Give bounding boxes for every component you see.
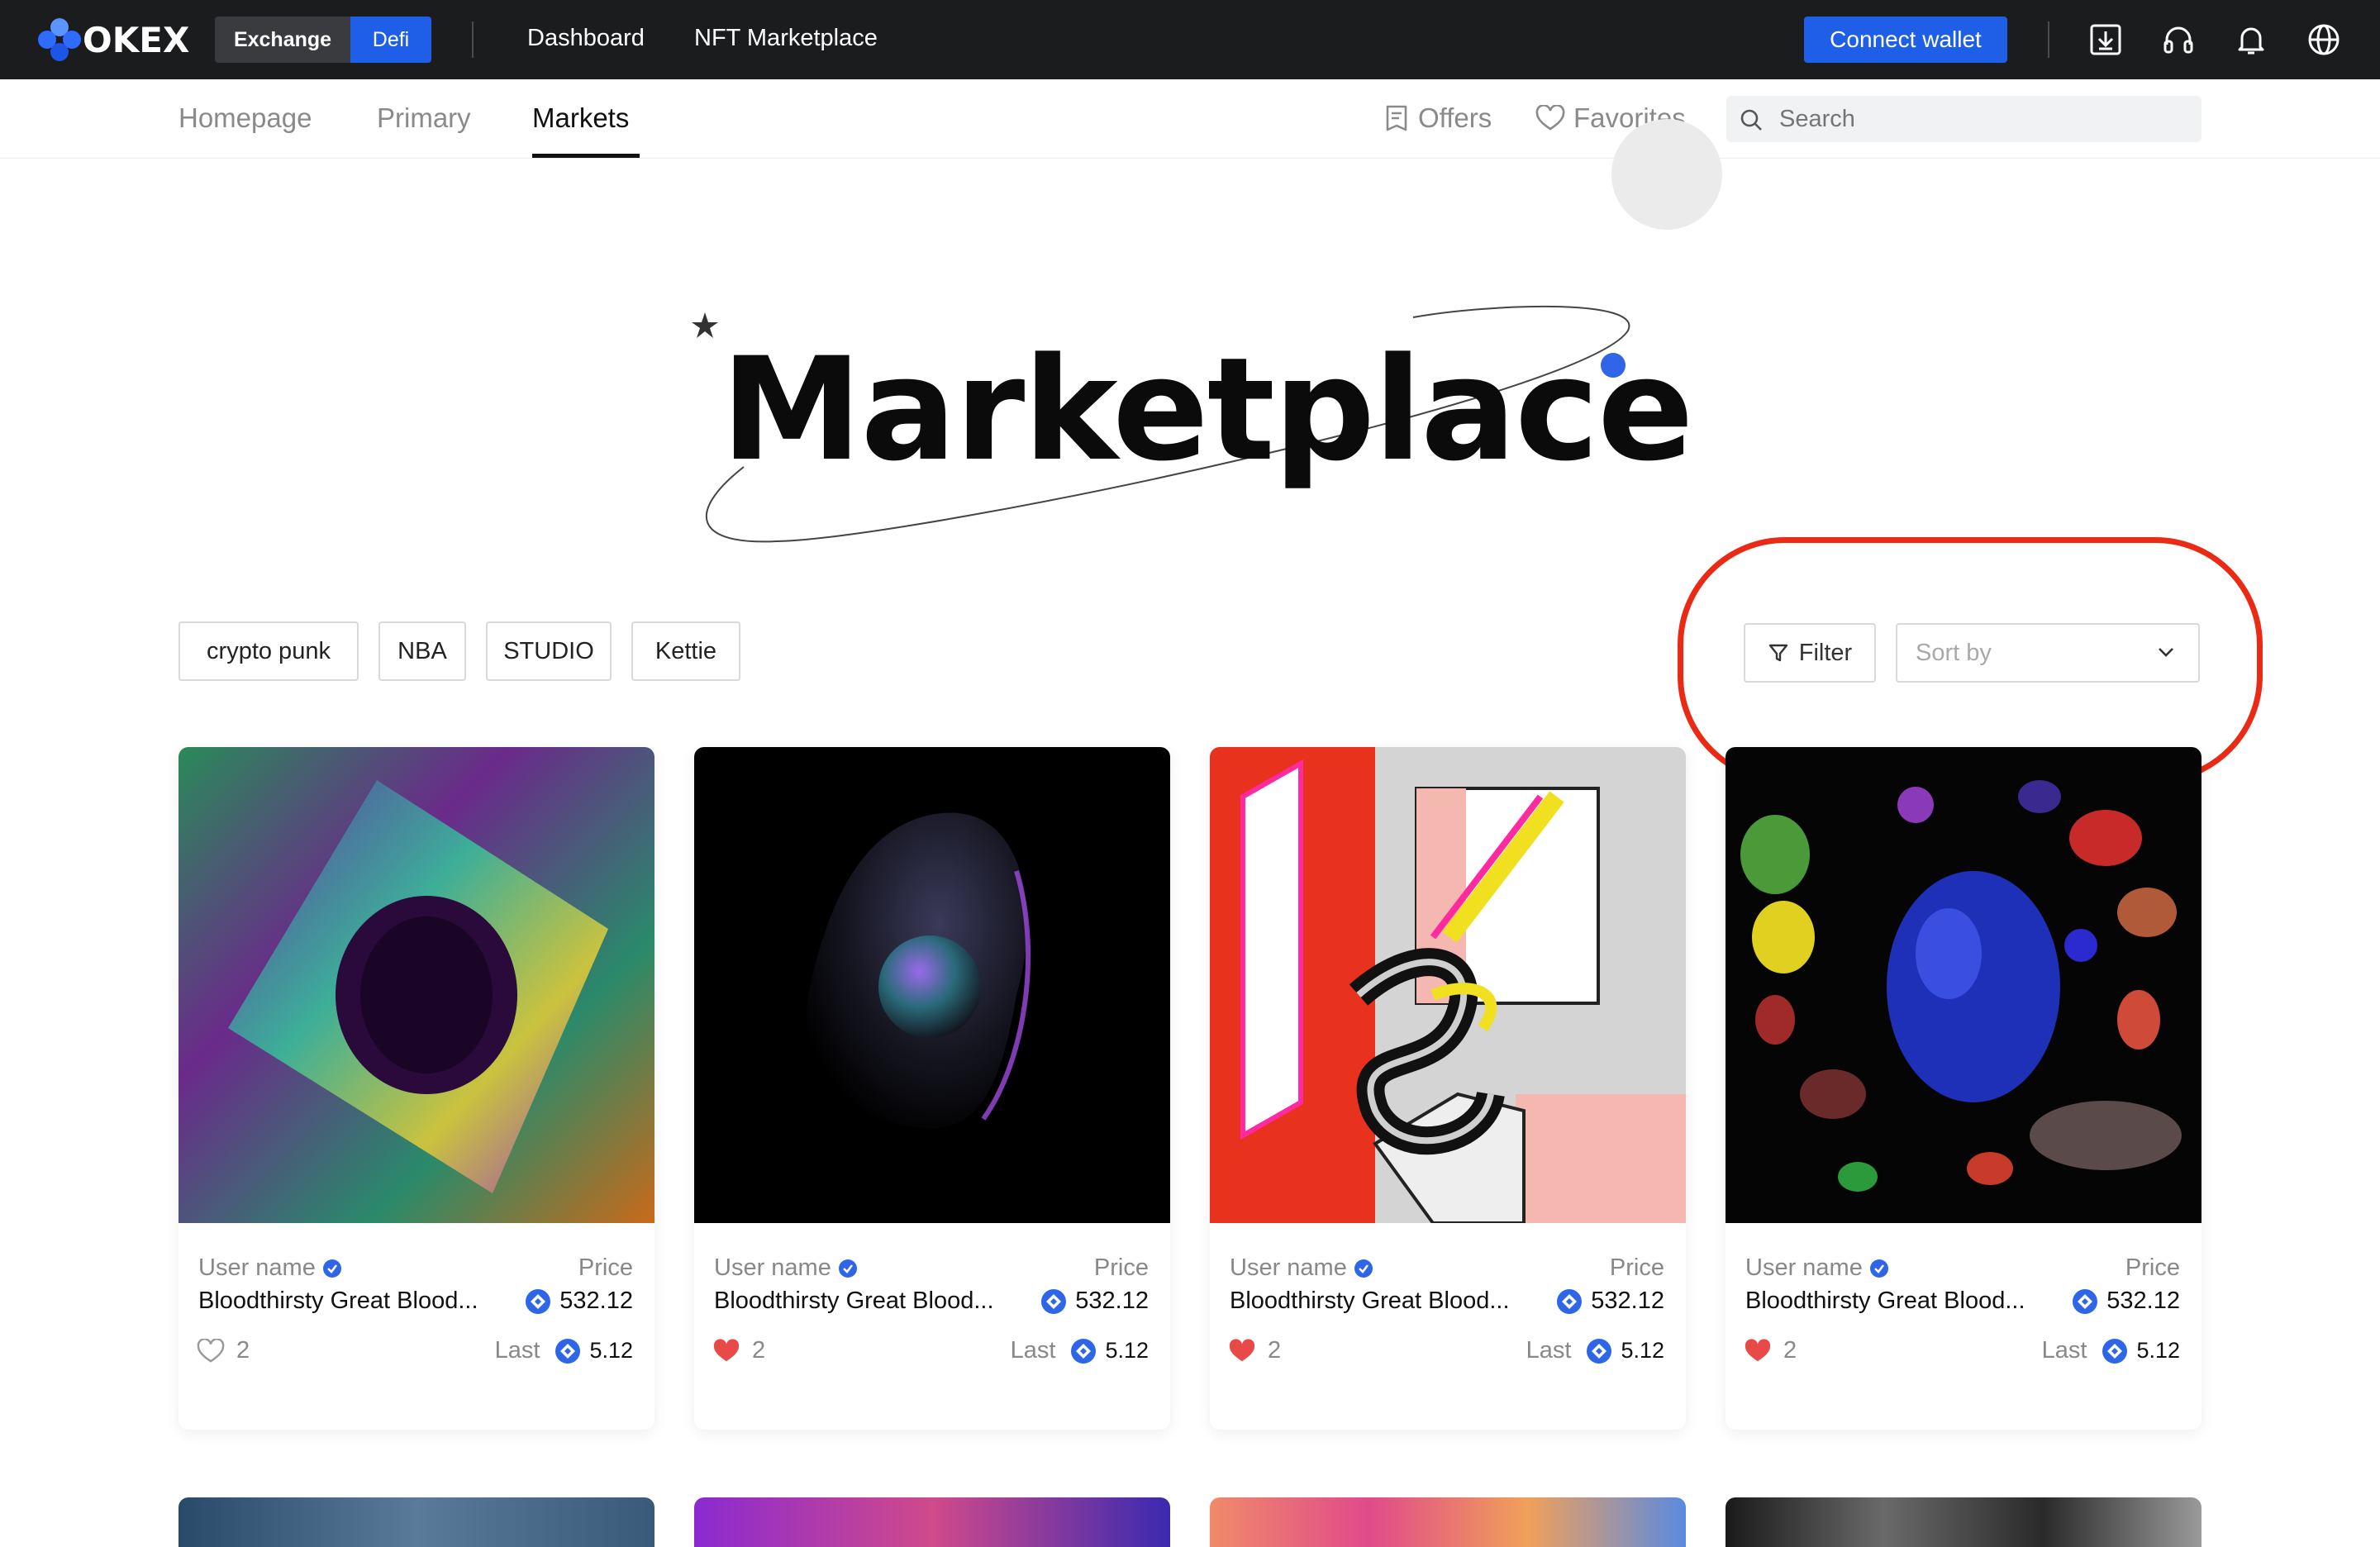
nft-price: 532.12 bbox=[1026, 1288, 1149, 1315]
nft-price: 532.12 bbox=[510, 1288, 633, 1315]
nft-name: Bloodthirsty Great Blood... bbox=[1230, 1288, 1510, 1314]
sub-navbar: Homepage Primary Markets Offers Favorite… bbox=[0, 79, 2380, 159]
creator-username[interactable]: User name bbox=[1230, 1254, 1373, 1282]
heart-outline-icon bbox=[1535, 105, 1565, 131]
nft-card-partial[interactable] bbox=[1210, 1497, 1686, 1547]
tab-homepage[interactable]: Homepage bbox=[178, 102, 312, 134]
category-chip-nba[interactable]: NBA bbox=[378, 621, 466, 681]
top-navbar: OKEX Exchange Defi Dashboard NFT Marketp… bbox=[0, 0, 2380, 79]
last-sale-price: Last 5.12 bbox=[1010, 1337, 1149, 1364]
price-label: Price bbox=[1093, 1254, 1149, 1281]
verified-badge-icon bbox=[838, 1259, 857, 1278]
like-count[interactable]: 2 bbox=[712, 1337, 765, 1364]
nft-name: Bloodthirsty Great Blood... bbox=[198, 1288, 478, 1314]
exchange-toggle[interactable]: Exchange bbox=[215, 17, 350, 63]
like-count[interactable]: 2 bbox=[1744, 1337, 1797, 1364]
nft-card-partial[interactable] bbox=[178, 1497, 654, 1547]
heart-outline-icon bbox=[197, 1338, 225, 1363]
headset-icon[interactable] bbox=[2160, 21, 2197, 58]
nft-card[interactable]: User name Price Bloodthirsty Great Blood… bbox=[694, 747, 1170, 1430]
globe-icon[interactable] bbox=[2306, 21, 2342, 58]
bell-icon[interactable] bbox=[2233, 21, 2269, 58]
nft-artwork bbox=[178, 747, 654, 1223]
price-label: Price bbox=[1609, 1254, 1664, 1281]
creator-username[interactable]: User name bbox=[714, 1254, 858, 1282]
verified-badge-icon bbox=[1869, 1259, 1888, 1278]
price-label: Price bbox=[2125, 1254, 2180, 1281]
creator-username[interactable]: User name bbox=[198, 1254, 342, 1282]
nav-nft-marketplace-link[interactable]: NFT Marketplace bbox=[694, 25, 878, 52]
category-chip-studio[interactable]: STUDIO bbox=[486, 621, 612, 681]
nav-dashboard-link[interactable]: Dashboard bbox=[527, 25, 645, 52]
offers-icon bbox=[1386, 105, 1407, 131]
category-chip-kettie[interactable]: Kettie bbox=[631, 621, 740, 681]
okex-logo[interactable]: OKEX bbox=[38, 18, 189, 61]
divider bbox=[2048, 21, 2049, 58]
tab-primary[interactable]: Primary bbox=[377, 102, 471, 134]
page-title: Marketplace bbox=[721, 326, 1693, 493]
nft-name: Bloodthirsty Great Blood... bbox=[714, 1288, 994, 1314]
nft-artwork bbox=[1210, 747, 1686, 1223]
connect-wallet-button[interactable]: Connect wallet bbox=[1804, 17, 2007, 63]
active-tab-indicator bbox=[532, 154, 640, 158]
nft-artwork bbox=[1726, 747, 2202, 1223]
like-count[interactable]: 2 bbox=[197, 1337, 250, 1364]
nft-card[interactable]: User name Price Bloodthirsty Great Blood… bbox=[1726, 747, 2202, 1430]
tab-markets[interactable]: Markets bbox=[532, 102, 629, 134]
token-coin-icon bbox=[1071, 1338, 1097, 1364]
token-coin-icon bbox=[2102, 1338, 2128, 1364]
last-sale-price: Last 5.12 bbox=[494, 1337, 633, 1364]
download-icon[interactable] bbox=[2087, 21, 2124, 58]
offers-label: Offers bbox=[1418, 102, 1492, 133]
creator-username[interactable]: User name bbox=[1745, 1254, 1889, 1282]
nft-card-partial[interactable] bbox=[1726, 1497, 2202, 1547]
heart-filled-icon bbox=[713, 1338, 740, 1361]
nft-card[interactable]: User name Price Bloodthirsty Great Blood… bbox=[178, 747, 654, 1430]
token-coin-icon bbox=[555, 1338, 581, 1364]
token-coin-icon bbox=[1557, 1288, 1583, 1314]
defi-toggle[interactable]: Defi bbox=[350, 17, 431, 63]
logo-text: OKEX bbox=[83, 19, 190, 60]
nft-name: Bloodthirsty Great Blood... bbox=[1745, 1288, 2025, 1314]
price-label: Price bbox=[578, 1254, 633, 1281]
token-coin-icon bbox=[526, 1288, 551, 1314]
offers-link[interactable]: Offers bbox=[1383, 102, 1492, 134]
last-sale-price: Last 5.12 bbox=[1526, 1337, 1664, 1364]
token-coin-icon bbox=[1041, 1288, 1067, 1314]
decorative-circle bbox=[1611, 119, 1722, 230]
nft-artwork bbox=[694, 747, 1170, 1223]
nft-card[interactable]: User name Price Bloodthirsty Great Blood… bbox=[1210, 747, 1686, 1430]
nft-price: 532.12 bbox=[1541, 1288, 1664, 1315]
token-coin-icon bbox=[1587, 1338, 1612, 1364]
search-icon bbox=[1740, 109, 1762, 131]
like-count[interactable]: 2 bbox=[1228, 1337, 1281, 1364]
verified-badge-icon bbox=[1354, 1259, 1373, 1278]
exchange-defi-switch: Exchange Defi bbox=[215, 17, 431, 63]
category-chip-crypto-punk[interactable]: crypto punk bbox=[178, 621, 359, 681]
token-coin-icon bbox=[2073, 1288, 2098, 1314]
logo-mark-icon bbox=[38, 18, 81, 61]
nft-card-partial[interactable] bbox=[694, 1497, 1170, 1547]
heart-filled-icon bbox=[1745, 1338, 1771, 1361]
last-sale-price: Last 5.12 bbox=[2041, 1337, 2180, 1364]
verified-badge-icon bbox=[322, 1259, 341, 1278]
divider bbox=[472, 21, 474, 58]
nft-price: 532.12 bbox=[2057, 1288, 2180, 1315]
heart-filled-icon bbox=[1229, 1338, 1255, 1361]
search-input[interactable] bbox=[1726, 96, 2202, 142]
